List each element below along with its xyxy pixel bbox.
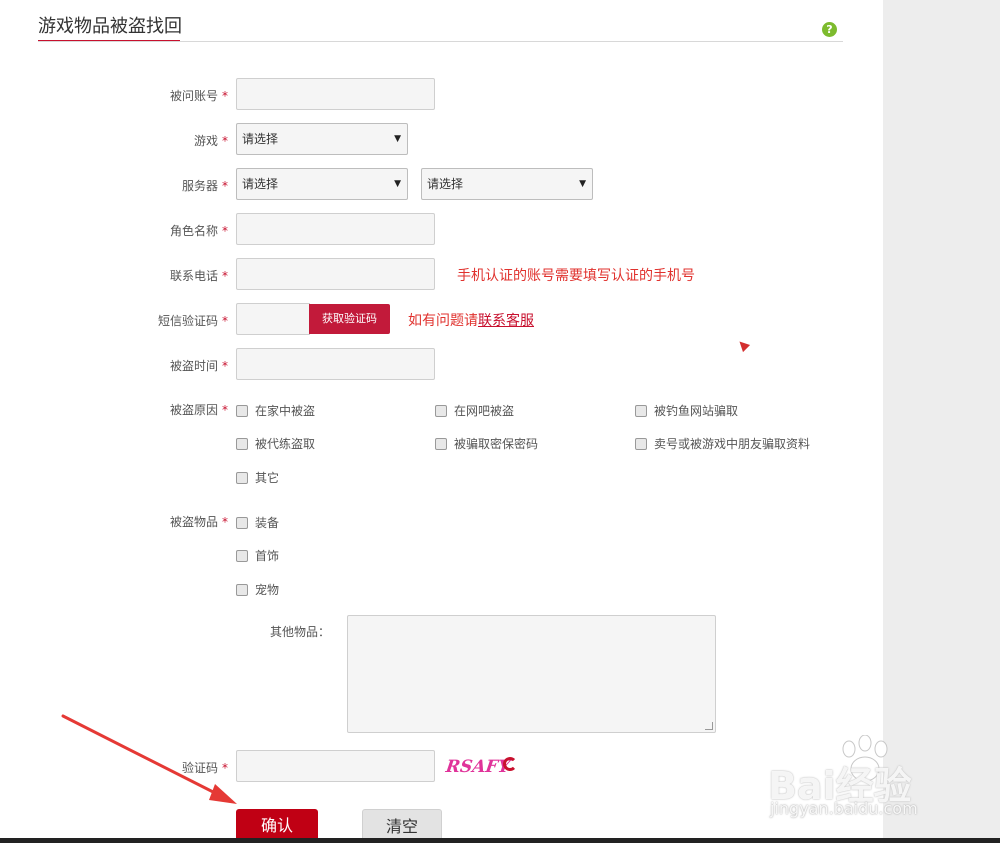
reason-checkbox[interactable]: 在网吧被盗 xyxy=(435,402,514,419)
account-input[interactable] xyxy=(236,78,435,110)
checkbox-icon[interactable] xyxy=(236,516,248,529)
help-icon[interactable]: ? xyxy=(822,22,837,37)
checkbox-icon[interactable] xyxy=(236,437,248,450)
item-checkbox[interactable]: 装备 xyxy=(236,514,279,531)
chevron-down-icon: ▼ xyxy=(394,134,401,144)
game-select[interactable]: 请选择 ▼ xyxy=(236,123,408,155)
time-label: 被盗时间 * xyxy=(169,359,228,373)
chevron-down-icon: ▼ xyxy=(579,179,586,189)
get-sms-code-button[interactable]: 获取验证码 xyxy=(309,304,390,334)
form-page: 游戏物品被盗找回 ? 被问账号 * 游戏 * 请选择 ▼ 服务器 * 请选择 ▼ 请选择 ▼… xyxy=(0,0,883,843)
contact-support-link[interactable]: 联系客服 xyxy=(478,313,534,329)
time-input[interactable] xyxy=(236,348,435,380)
account-label: 被问账号 * xyxy=(169,89,228,103)
role-label: 角色名称 * xyxy=(169,224,228,238)
baidu-watermark: Bai经验 jingyan.baidu.com xyxy=(750,735,950,830)
checkbox-icon[interactable] xyxy=(236,549,248,562)
refresh-icon[interactable] xyxy=(503,757,517,771)
reason-checkbox[interactable]: 在家中被盗 xyxy=(236,402,315,419)
role-input[interactable] xyxy=(236,213,435,245)
checkbox-icon[interactable] xyxy=(236,583,248,596)
sms-input[interactable] xyxy=(236,303,310,335)
server-select-region[interactable]: 请选择 ▼ xyxy=(236,168,408,200)
title-divider xyxy=(38,41,843,42)
page-title: 游戏物品被盗找回 xyxy=(38,16,182,37)
phone-hint: 手机认证的账号需要填写认证的手机号 xyxy=(457,268,695,284)
checkbox-icon[interactable] xyxy=(236,404,248,417)
reason-checkbox[interactable]: 其它 xyxy=(236,469,279,486)
item-checkbox[interactable]: 宠物 xyxy=(236,581,279,598)
server-select-server[interactable]: 请选择 ▼ xyxy=(421,168,593,200)
chevron-down-icon: ▼ xyxy=(394,179,401,189)
other-items-label: 其他物品： xyxy=(269,625,330,639)
bottom-bar xyxy=(0,838,1000,843)
checkbox-icon[interactable] xyxy=(635,404,647,417)
game-label: 游戏 * xyxy=(193,134,228,148)
captcha-image[interactable]: RSAFY xyxy=(445,757,512,777)
phone-input[interactable] xyxy=(236,258,435,290)
reason-label: 被盗原因 * xyxy=(169,403,228,417)
reason-checkbox[interactable]: 被钓鱼网站骗取 xyxy=(635,402,738,419)
checkbox-icon[interactable] xyxy=(236,471,248,484)
checkbox-icon[interactable] xyxy=(635,437,647,450)
mouse-cursor-icon xyxy=(735,337,751,353)
item-checkbox[interactable]: 首饰 xyxy=(236,547,279,564)
reason-checkbox[interactable]: 被代练盗取 xyxy=(236,435,315,452)
checkbox-icon[interactable] xyxy=(435,404,447,417)
server-label: 服务器 * xyxy=(181,179,228,193)
right-gutter xyxy=(883,0,1000,838)
captcha-input[interactable] xyxy=(236,750,435,782)
sms-label: 短信验证码 * xyxy=(157,314,228,328)
reason-checkbox[interactable]: 卖号或被游戏中朋友骗取资料 xyxy=(635,435,810,452)
annotation-arrow-icon xyxy=(61,714,237,804)
checkbox-icon[interactable] xyxy=(435,437,447,450)
phone-label: 联系电话 * xyxy=(169,269,228,283)
resize-handle-icon[interactable] xyxy=(705,722,713,730)
items-label: 被盗物品 * xyxy=(169,515,228,529)
other-items-textarea[interactable] xyxy=(347,615,716,733)
reason-checkbox[interactable]: 被骗取密保密码 xyxy=(435,435,538,452)
watermark-sub: jingyan.baidu.com xyxy=(770,799,918,818)
sms-hint: 如有问题请联系客服 xyxy=(408,313,534,329)
